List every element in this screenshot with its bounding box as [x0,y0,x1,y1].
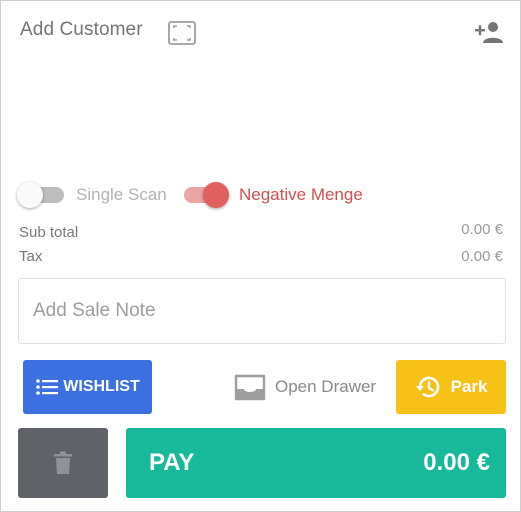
wishlist-label: WISHLIST [63,378,140,395]
toggle-knob [17,182,43,208]
list-icon [35,377,59,397]
toggle-knob [203,182,229,208]
pos-cart-panel: Add Customer Single Scan Negative Menge … [0,0,521,512]
open-drawer-button[interactable]: Open Drawer [233,370,376,404]
sale-note-box [18,278,506,344]
tax-value: 0.00 € [461,248,503,265]
park-label: Park [450,377,488,396]
single-scan-toggle[interactable] [17,181,67,209]
pay-label: PAY [149,449,195,476]
trash-icon [53,451,73,475]
add-customer-link[interactable]: Add Customer [20,19,143,41]
park-button[interactable]: Park [396,360,506,414]
sale-note-input[interactable] [19,279,505,343]
negative-menge-toggle[interactable] [181,181,231,209]
person-add-icon[interactable] [474,19,504,45]
wishlist-button[interactable]: WISHLIST [23,360,152,414]
subtotal-value: 0.00 € [461,221,503,238]
pay-amount: 0.00 € [423,449,490,476]
inbox-tray-icon [233,372,267,402]
open-drawer-label: Open Drawer [275,377,377,396]
single-scan-label: Single Scan [76,185,167,204]
pay-button[interactable]: PAY 0.00 € [126,428,506,498]
scan-frame-icon[interactable] [168,21,196,45]
negative-menge-label: Negative Menge [239,185,363,204]
subtotal-label: Sub total [19,224,79,241]
tax-label: Tax [19,248,43,265]
clear-cart-button[interactable] [18,428,108,498]
history-clock-icon [415,374,441,400]
